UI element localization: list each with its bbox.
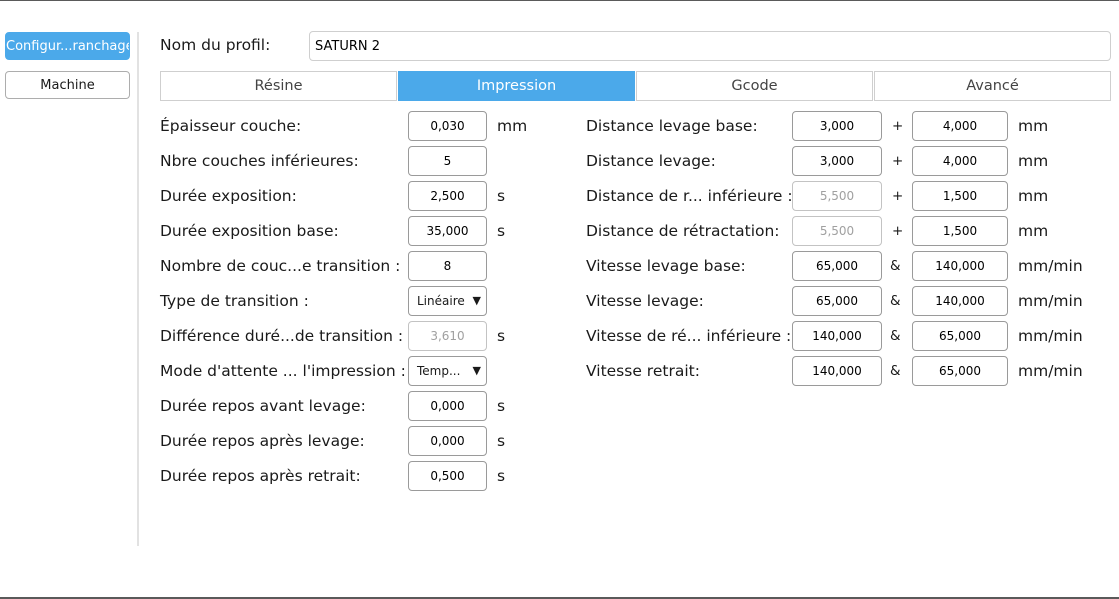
bottom-retract-speed-unit: mm/min: [1018, 327, 1083, 345]
sidebar-divider: [137, 32, 139, 546]
bottom-lift-distance-input-1[interactable]: [792, 111, 882, 141]
profile-name-input[interactable]: [309, 31, 1111, 61]
bottom-lift-distance-input-2[interactable]: [912, 111, 1008, 141]
bottom-retract-speed-sep: &: [890, 328, 901, 344]
sidebar-item-machine[interactable]: Machine: [5, 71, 130, 99]
bottom-retract-distance-label: Distance de r... inférieure :: [586, 187, 793, 205]
rest-after-retract-unit: s: [497, 467, 506, 485]
triangle-down-icon: ▼: [472, 364, 481, 377]
layer-thickness-input[interactable]: [408, 111, 487, 141]
bottom-lift-distance-unit: mm: [1018, 117, 1049, 135]
rest-after-retract-label: Durée repos après retrait:: [160, 467, 361, 485]
bottom-exposure-label: Durée exposition base:: [160, 222, 339, 240]
sidebar-item-configuration[interactable]: Configur...ranchage: [5, 32, 130, 60]
bottom-exposure-unit: s: [497, 222, 506, 240]
retract-distance-input-1[interactable]: [792, 216, 882, 246]
tab-avance[interactable]: Avancé: [874, 71, 1111, 101]
transition-time-diff-label: Différence duré...de transition :: [160, 327, 404, 345]
rest-before-lift-label: Durée repos avant levage:: [160, 397, 366, 415]
lift-speed-input-1[interactable]: [792, 286, 882, 316]
bottom-retract-speed-label: Vitesse de ré... inférieure :: [586, 327, 792, 345]
wait-mode-label: Mode d'attente ... l'impression :: [160, 362, 406, 380]
rest-after-retract-input[interactable]: [408, 461, 487, 491]
transition-type-label: Type de transition :: [160, 292, 309, 310]
transition-type-value: Linéaire: [417, 294, 465, 308]
transition-layers-input[interactable]: [408, 251, 487, 281]
lift-speed-label: Vitesse levage:: [586, 292, 704, 310]
bottom-lift-speed-input-2[interactable]: [912, 251, 1008, 281]
rest-before-lift-input[interactable]: [408, 391, 487, 421]
bottom-layers-label: Nbre couches inférieures:: [160, 152, 359, 170]
exposure-time-unit: s: [497, 187, 506, 205]
layer-thickness-label: Épaisseur couche:: [160, 117, 302, 135]
bottom-retract-distance-unit: mm: [1018, 187, 1049, 205]
lift-distance-sep: +: [892, 153, 904, 169]
lift-distance-unit: mm: [1018, 152, 1049, 170]
retract-speed-sep: &: [890, 363, 901, 379]
layer-thickness-unit: mm: [497, 117, 528, 135]
lift-distance-label: Distance levage:: [586, 152, 716, 170]
rest-after-lift-input[interactable]: [408, 426, 487, 456]
transition-time-diff-input[interactable]: [408, 321, 487, 351]
lift-distance-input-2[interactable]: [912, 146, 1008, 176]
tab-resine[interactable]: Résine: [160, 71, 397, 101]
lift-speed-sep: &: [890, 293, 901, 309]
bottom-retract-speed-input-2[interactable]: [912, 321, 1008, 351]
bottom-retract-speed-input-1[interactable]: [792, 321, 882, 351]
transition-time-diff-unit: s: [497, 327, 506, 345]
retract-speed-label: Vitesse retrait:: [586, 362, 700, 380]
lift-distance-input-1[interactable]: [792, 146, 882, 176]
tab-gcode[interactable]: Gcode: [636, 71, 873, 101]
retract-distance-input-2[interactable]: [912, 216, 1008, 246]
tab-impression[interactable]: Impression: [398, 71, 635, 101]
bottom-lift-speed-sep: &: [890, 258, 901, 274]
bottom-lift-speed-unit: mm/min: [1018, 257, 1083, 275]
transition-layers-label: Nombre de couc...e transition :: [160, 257, 401, 275]
exposure-time-input[interactable]: [408, 181, 487, 211]
retract-speed-input-2[interactable]: [912, 356, 1008, 386]
rest-before-lift-unit: s: [497, 397, 506, 415]
retract-speed-unit: mm/min: [1018, 362, 1083, 380]
transition-type-select[interactable]: Linéaire ▼: [408, 286, 487, 316]
window-top-border: [0, 0, 1119, 1]
retract-speed-input-1[interactable]: [792, 356, 882, 386]
exposure-time-label: Durée exposition:: [160, 187, 297, 205]
bottom-lift-speed-label: Vitesse levage base:: [586, 257, 746, 275]
triangle-down-icon: ▼: [472, 294, 481, 307]
retract-distance-unit: mm: [1018, 222, 1049, 240]
bottom-lift-distance-label: Distance levage base:: [586, 117, 758, 135]
retract-distance-sep: +: [892, 223, 904, 239]
bottom-retract-distance-input-1[interactable]: [792, 181, 882, 211]
lift-speed-input-2[interactable]: [912, 286, 1008, 316]
profile-name-label: Nom du profil:: [160, 36, 271, 54]
lift-speed-unit: mm/min: [1018, 292, 1083, 310]
tab-bar: Résine Impression Gcode Avancé: [160, 71, 1112, 101]
wait-mode-value: Temp...: [417, 364, 461, 378]
wait-mode-select[interactable]: Temp... ▼: [408, 356, 487, 386]
bottom-exposure-input[interactable]: [408, 216, 487, 246]
retract-distance-label: Distance de rétractation:: [586, 222, 780, 240]
bottom-layers-input[interactable]: [408, 146, 487, 176]
bottom-retract-distance-sep: +: [892, 188, 904, 204]
rest-after-lift-label: Durée repos après levage:: [160, 432, 365, 450]
bottom-lift-speed-input-1[interactable]: [792, 251, 882, 281]
rest-after-lift-unit: s: [497, 432, 506, 450]
bottom-lift-distance-sep: +: [892, 118, 904, 134]
bottom-retract-distance-input-2[interactable]: [912, 181, 1008, 211]
